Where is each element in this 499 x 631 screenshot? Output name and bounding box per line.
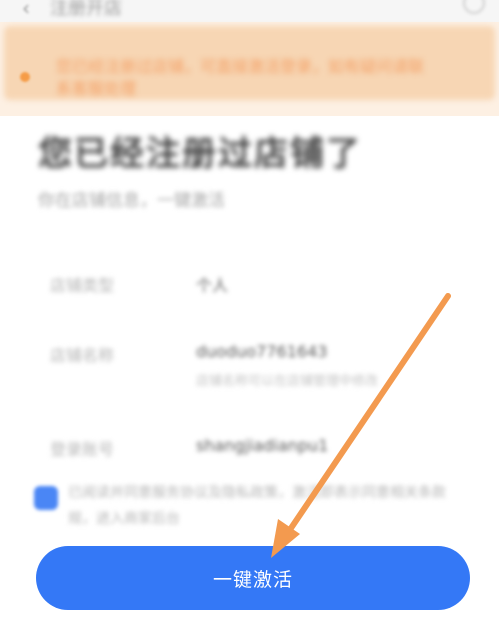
top-bar: ‹ 注册开店 <box>0 0 499 22</box>
notice-dot-icon <box>20 72 30 82</box>
detail-label-account: 登录账号 <box>50 440 115 459</box>
detail-value-type: 个人 <box>196 276 229 295</box>
help-icon[interactable] <box>463 0 485 14</box>
main-heading: 您已经注册过店铺了 <box>38 134 362 174</box>
back-arrow-icon[interactable]: ‹ <box>22 0 30 20</box>
page-title: 注册开店 <box>50 0 122 19</box>
detail-sub-name: 店铺名称可以在店铺管理中修改 <box>196 374 379 389</box>
notice-text: 您已经注册过店铺，可直接激活登录，如有疑问请联系客服处理 <box>56 57 425 98</box>
detail-value-name: duoduo7761643 <box>196 342 328 361</box>
detail-label-name: 店铺名称 <box>50 346 115 365</box>
agreement-text: 已阅读并同意服务协议及隐私政策，激活即表示同意相关条款 规，进入商家后台 <box>68 480 458 532</box>
agreement-checkbox[interactable] <box>34 486 58 510</box>
agreement-line-2: 规，进入商家后台 <box>68 511 180 527</box>
sub-heading: 你在店铺信息，一键激活 <box>38 191 225 211</box>
agreement-line-1: 已阅读并同意服务协议及隐私政策，激活即表示同意相关条款 <box>68 485 446 501</box>
activate-button[interactable]: 一键激活 <box>36 546 470 610</box>
notice-banner: 您已经注册过店铺，可直接激活登录，如有疑问请联系客服处理 <box>0 22 499 116</box>
detail-label-type: 店铺类型 <box>50 276 115 295</box>
detail-value-account: shangjiadianpu1 <box>196 436 329 455</box>
